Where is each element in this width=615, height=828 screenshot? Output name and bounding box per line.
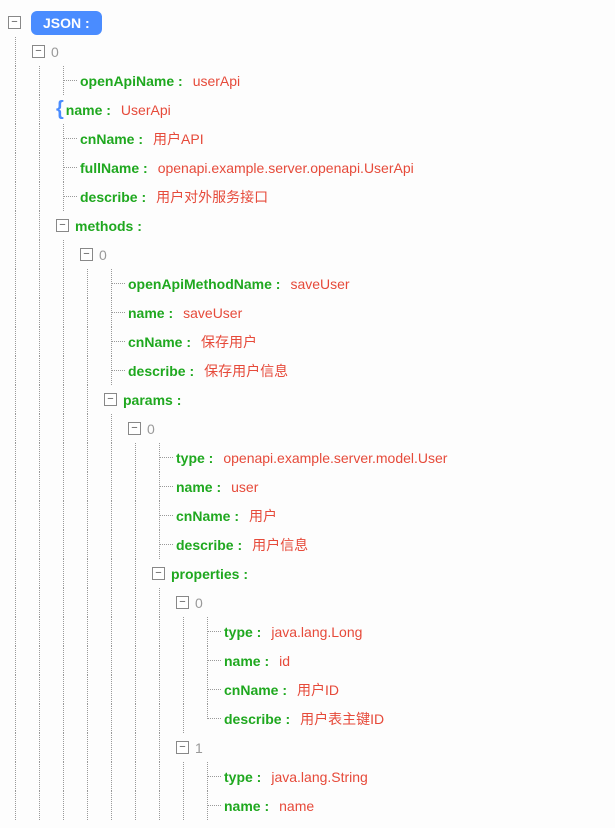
value-label: user	[231, 479, 258, 495]
index-label: 0	[51, 44, 59, 60]
kv-params: − params :	[8, 385, 607, 414]
kv-openApiName: openApiName : userApi	[8, 66, 607, 95]
value-label: openapi.example.server.model.User	[223, 450, 447, 466]
key-label: type :	[224, 769, 261, 785]
root-label: JSON :	[31, 11, 102, 35]
index-label: 1	[195, 740, 203, 756]
key-label: cnName :	[80, 131, 143, 147]
collapse-icon[interactable]: −	[152, 567, 165, 580]
key-label: cnName :	[128, 334, 191, 350]
collapse-icon[interactable]: −	[8, 16, 21, 29]
value-label: saveUser	[183, 305, 242, 321]
kv-fullName: fullName : openapi.example.server.openap…	[8, 153, 607, 182]
key-label: type :	[224, 624, 261, 640]
key-label: describe :	[80, 189, 146, 205]
value-label: UserApi	[121, 102, 171, 118]
value-label: userApi	[193, 73, 240, 89]
key-label: describe :	[176, 537, 242, 553]
collapse-icon[interactable]: −	[128, 422, 141, 435]
value-label: 用户表主键ID	[300, 709, 384, 729]
value-label: id	[279, 653, 290, 669]
kv-method-cnName: cnName : 保存用户	[8, 327, 607, 356]
kv-prop0-describe: describe : 用户表主键ID	[8, 704, 607, 733]
key-label: name :	[224, 653, 269, 669]
kv-param-cnName: cnName : 用户	[8, 501, 607, 530]
kv-prop0-type: type : java.lang.Long	[8, 617, 607, 646]
key-label: name :	[128, 305, 173, 321]
value-label: java.lang.String	[271, 769, 368, 785]
key-label: openApiMethodName :	[128, 276, 280, 292]
value-label: 用户API	[153, 129, 204, 149]
key-label: name :	[224, 798, 269, 814]
value-label: 保存用户信息	[204, 361, 288, 381]
methods-index-0: − 0	[8, 240, 607, 269]
key-label: cnName :	[176, 508, 239, 524]
collapse-icon[interactable]: −	[32, 45, 45, 58]
value-label: 用户信息	[252, 535, 308, 555]
index-label: 0	[147, 421, 155, 437]
key-label: properties :	[171, 566, 248, 582]
key-label: cnName :	[224, 682, 287, 698]
value-label: 用户	[249, 506, 277, 526]
value-label: 用户对外服务接口	[156, 187, 268, 207]
collapse-icon[interactable]: −	[176, 741, 189, 754]
collapse-icon[interactable]: −	[104, 393, 117, 406]
key-label: fullName :	[80, 160, 148, 176]
kv-param-name: name : user	[8, 472, 607, 501]
key-label: type :	[176, 450, 213, 466]
kv-param-type: type : openapi.example.server.model.User	[8, 443, 607, 472]
kv-properties: − properties :	[8, 559, 607, 588]
index-label: 0	[195, 595, 203, 611]
properties-index-1: − 1	[8, 733, 607, 762]
kv-prop0-name: name : id	[8, 646, 607, 675]
value-label: name	[279, 798, 314, 814]
collapse-icon[interactable]: −	[176, 596, 189, 609]
value-label: openapi.example.server.openapi.UserApi	[158, 160, 414, 176]
kv-method-describe: describe : 保存用户信息	[8, 356, 607, 385]
kv-name: { name : UserApi	[8, 95, 607, 124]
index-label: 0	[99, 247, 107, 263]
root-node: − JSON :	[8, 8, 607, 37]
value-label: java.lang.Long	[271, 624, 362, 640]
json-tree: − JSON : − 0 openApiName : userApi { nam…	[8, 8, 607, 820]
value-label: saveUser	[290, 276, 349, 292]
key-label: name :	[176, 479, 221, 495]
key-label: describe :	[128, 363, 194, 379]
kv-describe: describe : 用户对外服务接口	[8, 182, 607, 211]
kv-prop0-cnName: cnName : 用户ID	[8, 675, 607, 704]
kv-cnName: cnName : 用户API	[8, 124, 607, 153]
brace-icon: {	[56, 98, 64, 121]
key-label: describe :	[224, 711, 290, 727]
kv-method-name: name : saveUser	[8, 298, 607, 327]
properties-index-0: − 0	[8, 588, 607, 617]
array-index-0: − 0	[8, 37, 607, 66]
kv-prop1-name: name : name	[8, 791, 607, 820]
params-index-0: − 0	[8, 414, 607, 443]
collapse-icon[interactable]: −	[56, 219, 69, 232]
kv-param-describe: describe : 用户信息	[8, 530, 607, 559]
kv-openApiMethodName: openApiMethodName : saveUser	[8, 269, 607, 298]
kv-prop1-type: type : java.lang.String	[8, 762, 607, 791]
collapse-icon[interactable]: −	[80, 248, 93, 261]
value-label: 保存用户	[201, 332, 257, 352]
key-label: params :	[123, 392, 181, 408]
key-label: methods :	[75, 218, 142, 234]
key-label: openApiName :	[80, 73, 183, 89]
key-label: name :	[66, 102, 111, 118]
kv-methods: − methods :	[8, 211, 607, 240]
value-label: 用户ID	[297, 680, 339, 700]
